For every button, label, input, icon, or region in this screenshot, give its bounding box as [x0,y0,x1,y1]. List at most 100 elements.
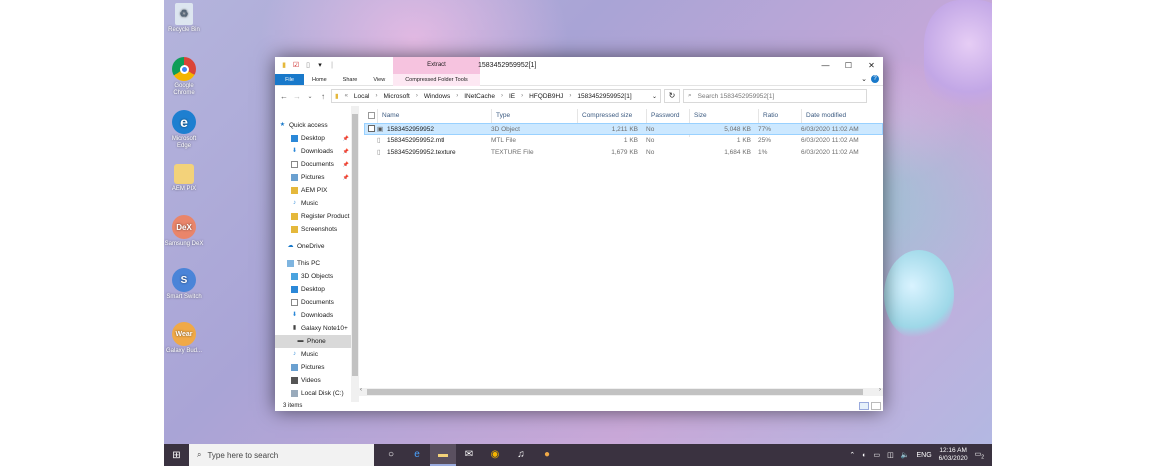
help-icon[interactable]: ? [871,75,879,83]
scroll-left-icon[interactable]: ‹ [360,387,362,393]
breadcrumb-item[interactable]: HFQDB9HJ [529,93,563,100]
nav-item-desktop[interactable]: Desktop 📌 [275,132,359,145]
breadcrumb-item[interactable]: 1583452959952[1] [577,93,631,100]
nav-item-videos[interactable]: Videos [275,374,359,387]
language-indicator[interactable]: ENG [917,452,932,459]
chevron-right-icon[interactable]: › [569,93,571,99]
refresh-button[interactable]: ↻ [664,89,680,103]
column-header-compressed-size[interactable]: Compressed size [578,109,647,123]
nav-quick-access[interactable]: ★ Quick access [275,119,359,132]
taskbar-search-input[interactable]: ⌕ Type here to search [189,444,374,466]
column-header-type[interactable]: Type [492,109,578,123]
desktop-icon-recycle-bin[interactable]: ♻ Recycle Bin [164,3,204,34]
nav-this-pc[interactable]: This PC [275,257,359,270]
address-dropdown-icon[interactable]: ⌄ [652,93,657,100]
nav-item-pictures[interactable]: Pictures [275,361,359,374]
nav-item-desktop[interactable]: Desktop [275,283,359,296]
nav-item-downloads[interactable]: ⬇ Downloads 📌 [275,145,359,158]
nav-item-music[interactable]: ♪ Music [275,348,359,361]
chevron-right-icon[interactable]: › [501,93,503,99]
chevron-up-icon[interactable]: ⌃ [849,451,855,459]
horizontal-scrollbar[interactable]: ‹ › [359,387,883,396]
forward-arrow-icon[interactable]: → [292,92,302,101]
column-header-name[interactable]: Name [378,109,492,123]
new-folder-icon[interactable]: ▯ [304,62,312,70]
tab-home[interactable]: Home [304,74,335,85]
tab-file[interactable]: File [275,74,304,85]
close-button[interactable]: ✕ [860,57,883,74]
large-icons-view-icon[interactable] [871,402,881,410]
breadcrumb-item[interactable]: Microsoft [383,93,409,100]
nav-item-downloads[interactable]: ⬇ Downloads [275,309,359,322]
row-checkbox[interactable] [368,125,375,132]
scrollbar-thumb[interactable] [352,114,358,376]
edge-icon[interactable]: e [404,444,430,466]
nav-item-music[interactable]: ♪ Music [275,197,359,210]
chevron-right-icon[interactable]: › [416,93,418,99]
desktop-icon-edge[interactable]: e Microsoft Edge [164,110,204,150]
desktop-icon-smart-switch[interactable]: S Smart Switch [164,268,204,301]
table-row[interactable]: ▣ 1583452959952 3D Object 1,211 KB No 5,… [364,123,883,135]
nav-item-3d-objects[interactable]: 3D Objects [275,270,359,283]
nav-item-pictures[interactable]: Pictures 📌 [275,171,359,184]
nav-item-documents[interactable]: Documents 📌 [275,158,359,171]
recent-locations-chevron-icon[interactable]: ⌄ [305,93,315,100]
network-icon[interactable]: ◫ [887,451,894,459]
nav-label: This PC [297,260,321,267]
chevron-right-icon[interactable]: › [521,93,523,99]
details-view-icon[interactable] [859,402,869,410]
scroll-right-icon[interactable]: › [879,387,881,393]
search-input[interactable]: ⌕ Search 1583452959952[1] [683,89,867,103]
table-row[interactable]: ▯ 1583452959952.mtl MTL File 1 KB No 1 K… [364,135,883,147]
desktop-icon-dex[interactable]: DeX Samsung DeX [164,215,204,248]
breadcrumb-item[interactable]: IE [509,93,515,100]
nav-item-phone[interactable]: ▬ Phone [275,335,359,348]
nav-item-aem-pix[interactable]: AEM PIX [275,184,359,197]
maximize-button[interactable]: ☐ [837,57,860,74]
file-explorer-icon[interactable]: ▬ [430,444,456,466]
mail-icon[interactable]: ✉ [456,444,482,466]
nav-item-galaxy-note[interactable]: ▮ Galaxy Note10+ [275,322,359,335]
column-header-size[interactable]: Size [690,109,759,123]
extract-context-tab[interactable]: Extract [393,57,480,74]
tab-view[interactable]: View [365,74,393,85]
galaxy-wear-icon[interactable]: ● [534,444,560,466]
nav-item-register-product[interactable]: Register Product [275,210,359,223]
breadcrumb-item[interactable]: Local [354,93,370,100]
volume-icon[interactable]: 🔈 [901,451,910,459]
tab-share[interactable]: Share [335,74,366,85]
expand-ribbon-icon[interactable]: ⌄ [861,75,867,83]
sync-icon[interactable]: ◐ [862,452,866,459]
chrome-icon[interactable]: ◉ [482,444,508,466]
task-view-icon[interactable]: ○ [378,444,404,466]
customize-toolbar-icon[interactable]: ▾ [316,62,324,70]
notification-icon[interactable]: ▭2 [975,450,984,460]
breadcrumb-overflow[interactable]: « [345,93,348,99]
nav-item-screenshots[interactable]: Screenshots [275,223,359,236]
nav-item-local-disk[interactable]: Local Disk (C:) [275,387,359,400]
desktop-icon-galaxy-wearable[interactable]: Wear Galaxy Bud... [164,322,204,355]
desktop-icon-aem-pix[interactable]: AEM PIX [164,164,204,193]
nav-item-documents[interactable]: Documents [275,296,359,309]
back-arrow-icon[interactable]: ← [279,92,289,101]
desktop-icon-chrome[interactable]: Google Chrome [164,57,204,97]
taskbar-clock[interactable]: 12:16 AM 6/03/2020 [939,447,968,463]
breadcrumb-item[interactable]: INetCache [464,93,495,100]
scrollbar-thumb[interactable] [367,389,863,395]
column-header-ratio[interactable]: Ratio [759,109,802,123]
tab-compressed-folder-tools[interactable]: Compressed Folder Tools [393,74,480,86]
display-icon[interactable]: ▭ [874,451,881,459]
nav-onedrive[interactable]: ☁ OneDrive [275,240,359,253]
breadcrumb-item[interactable]: Windows [424,93,450,100]
column-header-date-modified[interactable]: Date modified [802,109,882,123]
chevron-right-icon[interactable]: › [375,93,377,99]
minimize-button[interactable]: — [814,57,837,74]
chevron-right-icon[interactable]: › [456,93,458,99]
music-app-icon[interactable]: ♫ [508,444,534,466]
table-row[interactable]: ▯ 1583452959952.texture TEXTURE File 1,6… [364,147,883,159]
properties-icon[interactable]: ☑ [292,62,300,70]
nav-scrollbar[interactable] [351,106,359,402]
windows-start-icon[interactable]: ⊞ [164,450,189,461]
up-arrow-icon[interactable]: ↑ [318,92,328,101]
address-bar[interactable]: ▮ « Local › Microsoft › Windows › INetCa… [331,89,661,103]
